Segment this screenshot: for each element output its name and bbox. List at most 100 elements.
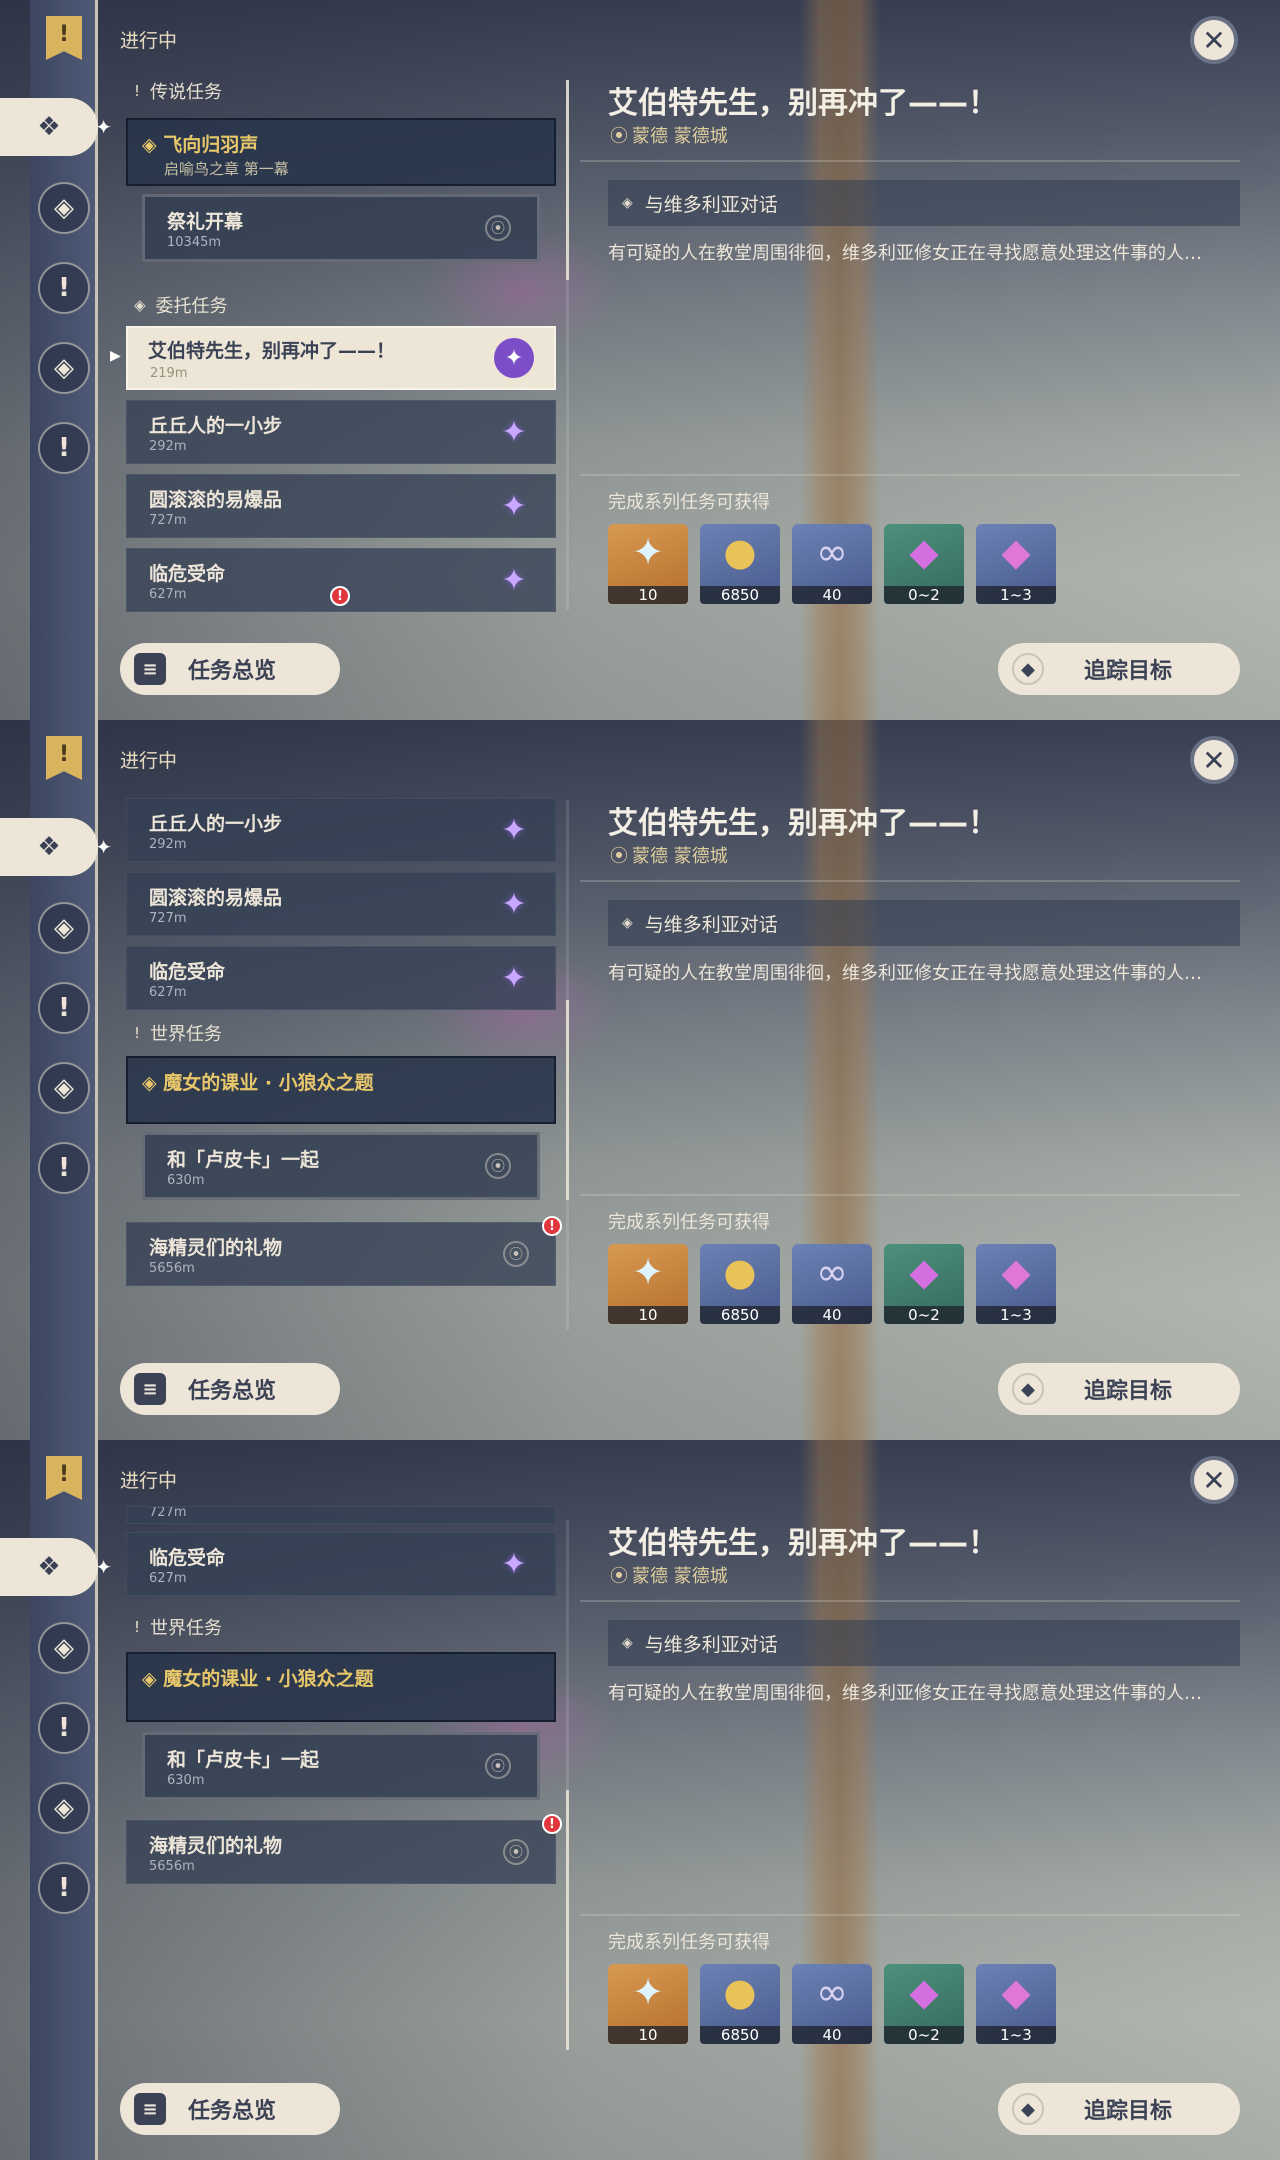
nav-legend-button[interactable]: ◈ bbox=[38, 1622, 90, 1674]
quest-world-sub[interactable]: 和「卢皮卡」一起 630m ⦿ bbox=[142, 1732, 540, 1800]
diamond-cluster-icon: ❖ bbox=[37, 832, 61, 862]
nav-commission-button[interactable]: ◈ bbox=[38, 1782, 90, 1834]
reward-primogem[interactable]: ✦ 10 bbox=[608, 524, 688, 604]
nav-other-button[interactable]: ! bbox=[38, 1142, 90, 1194]
quest-overview-button[interactable]: ≡ 任务总览 bbox=[120, 1363, 340, 1415]
nav-legend-button[interactable]: ◈ bbox=[38, 182, 90, 234]
nav-commission-button[interactable]: ◈ bbox=[38, 1062, 90, 1114]
quest-commission-2[interactable]: 丘丘人的一小步 292m ✦ bbox=[126, 400, 556, 464]
nav-other-button[interactable]: ! bbox=[38, 422, 90, 474]
exclamation-icon: ! bbox=[134, 1618, 141, 1636]
quest-world-sub[interactable]: 和「卢皮卡」一起 630m ⦿ bbox=[142, 1132, 540, 1200]
quest-distance: 630m bbox=[167, 1173, 205, 1188]
quest-world-main[interactable]: ◈ 魔女的课业 · 小狼众之题 bbox=[126, 1056, 556, 1124]
quest-name: 临危受命 bbox=[149, 563, 226, 585]
track-target-button[interactable]: ◆ 追踪目标 bbox=[998, 1363, 1240, 1415]
mora-icon: ● bbox=[723, 1250, 757, 1294]
rewards-row: ✦ 10 ● 6850 ∞ 40 ◆ 0~2 ◆ 1~3 bbox=[608, 524, 1056, 604]
reward-crystal-cluster[interactable]: ◆ 1~3 bbox=[976, 1244, 1056, 1324]
nav-legend-button[interactable]: ◈ bbox=[38, 902, 90, 954]
close-button[interactable]: ✕ bbox=[1190, 736, 1238, 784]
quest-name: 丘丘人的一小步 bbox=[149, 415, 283, 437]
map-pin-icon[interactable]: ⦿ bbox=[485, 1153, 511, 1179]
quest-legend-main[interactable]: ◈ 飞向归羽声 启喻鸟之章 第一幕 bbox=[126, 118, 556, 186]
map-pin-icon[interactable]: ⦿ bbox=[485, 1753, 511, 1779]
reward-crystal-cluster[interactable]: ◆ 1~3 bbox=[976, 1964, 1056, 2044]
reward-mora[interactable]: ● 6850 bbox=[700, 1244, 780, 1324]
reward-adventure-exp[interactable]: ∞ 40 bbox=[792, 524, 872, 604]
quest-commission-1[interactable]: 艾伯特先生，别再冲了——！ 219m ✦ bbox=[126, 326, 556, 390]
nav-all-quests-button[interactable]: ❖ ✦ bbox=[0, 818, 112, 876]
quest-name: ◈ 飞向归羽声 bbox=[142, 134, 259, 156]
quest-world-2[interactable]: 海精灵们的礼物 5656m ⦿ bbox=[126, 1222, 556, 1286]
category-world: ! 世界任务 bbox=[134, 1618, 223, 1639]
quest-commission-3[interactable]: 圆滚滚的易爆品 727m ✦ bbox=[126, 872, 556, 936]
nav-world-button[interactable]: ! bbox=[38, 1702, 90, 1754]
quest-commission-4[interactable]: 临危受命 627m ✦ bbox=[126, 946, 556, 1010]
quest-commission-3[interactable]: 圆滚滚的易爆品 727m ✦ bbox=[126, 474, 556, 538]
map-pin-icon[interactable]: ⦿ bbox=[485, 215, 511, 241]
detail-location: ⦿ 蒙德 蒙德城 bbox=[610, 1566, 728, 1587]
nav-other-button[interactable]: ! bbox=[38, 1862, 90, 1914]
crystal-cluster-icon: ◆ bbox=[1001, 1250, 1031, 1294]
close-icon: ✕ bbox=[1202, 1463, 1226, 1497]
commission-star-icon: ✦ bbox=[501, 488, 527, 524]
reward-crystal-chunk[interactable]: ◆ 0~2 bbox=[884, 1964, 964, 2044]
quest-name: 圆滚滚的易爆品 bbox=[149, 489, 283, 511]
reward-adventure-exp[interactable]: ∞ 40 bbox=[792, 1964, 872, 2044]
quest-world-2[interactable]: 海精灵们的礼物 5656m ⦿ bbox=[126, 1820, 556, 1884]
quest-name: 临危受命 bbox=[149, 1547, 226, 1569]
crystal-cluster-icon: ◆ bbox=[1001, 530, 1031, 574]
nav-all-quests-button[interactable]: ❖ ✦ bbox=[0, 98, 112, 156]
reward-mora[interactable]: ● 6850 bbox=[700, 524, 780, 604]
quest-name: 艾伯特先生，别再冲了——！ bbox=[148, 340, 396, 362]
scrollbar-thumb[interactable] bbox=[566, 1000, 569, 1200]
reward-crystal-chunk[interactable]: ◆ 0~2 bbox=[884, 524, 964, 604]
reward-adventure-exp[interactable]: ∞ 40 bbox=[792, 1244, 872, 1324]
nav-world-button[interactable]: ! bbox=[38, 262, 90, 314]
quest-overview-button[interactable]: ≡ 任务总览 bbox=[120, 2083, 340, 2135]
close-button[interactable]: ✕ bbox=[1190, 1456, 1238, 1504]
quest-distance: 10345m bbox=[167, 235, 222, 250]
mora-icon: ● bbox=[723, 530, 757, 574]
world-quest-icon: ! bbox=[58, 993, 70, 1023]
quest-legend-sub[interactable]: 祭礼开幕 10345m ⦿ bbox=[142, 194, 540, 262]
objective-row: ◈ 与维多利亚对话 bbox=[608, 180, 1240, 226]
sparkle-icon: ✦ bbox=[95, 115, 112, 139]
commission-star-icon: ✦ bbox=[501, 886, 527, 922]
quest-commission-4[interactable]: 临危受命 627m ✦ bbox=[126, 1532, 556, 1596]
reward-mora[interactable]: ● 6850 bbox=[700, 1964, 780, 2044]
legend-quest-icon: ◈ bbox=[54, 913, 74, 943]
section-title: 进行中 bbox=[120, 750, 178, 772]
legend-quest-icon: ◈ bbox=[54, 193, 74, 223]
detail-location: ⦿ 蒙德 蒙德城 bbox=[610, 126, 728, 147]
detail-title: 艾伯特先生，别再冲了——！ bbox=[608, 86, 998, 121]
reward-primogem[interactable]: ✦ 10 bbox=[608, 1244, 688, 1324]
detail-location: ⦿ 蒙德 蒙德城 bbox=[610, 846, 728, 867]
scrollbar-thumb[interactable] bbox=[566, 80, 569, 280]
objective-row: ◈ 与维多利亚对话 bbox=[608, 900, 1240, 946]
close-icon: ✕ bbox=[1202, 743, 1226, 777]
reward-crystal-cluster[interactable]: ◆ 1~3 bbox=[976, 524, 1056, 604]
reward-primogem[interactable]: ✦ 10 bbox=[608, 1964, 688, 2044]
track-target-button[interactable]: ◆ 追踪目标 bbox=[998, 2083, 1240, 2135]
close-button[interactable]: ✕ bbox=[1190, 16, 1238, 64]
quest-commission-3-partial[interactable]: 727m bbox=[126, 1506, 556, 1524]
quest-distance: 627m bbox=[149, 1571, 187, 1586]
reward-crystal-chunk[interactable]: ◆ 0~2 bbox=[884, 1244, 964, 1324]
quest-world-main[interactable]: ◈ 魔女的课业 · 小狼众之题 bbox=[126, 1652, 556, 1722]
scrollbar-thumb[interactable] bbox=[566, 1790, 569, 2050]
nav-commission-button[interactable]: ◈ bbox=[38, 342, 90, 394]
quest-name: 和「卢皮卡」一起 bbox=[167, 1149, 320, 1171]
nav-world-button[interactable]: ! bbox=[38, 982, 90, 1034]
close-icon: ✕ bbox=[1202, 23, 1226, 57]
map-pin-icon[interactable]: ⦿ bbox=[503, 1241, 529, 1267]
quest-commission-2[interactable]: 丘丘人的一小步 292m ✦ bbox=[126, 798, 556, 862]
divider bbox=[580, 474, 1240, 476]
nav-all-quests-button[interactable]: ❖ ✦ bbox=[0, 1538, 112, 1596]
detail-description: 有可疑的人在教堂周围徘徊，维多利亚修女正在寻找愿意处理这件事的人… bbox=[608, 243, 1202, 264]
map-pin-icon[interactable]: ⦿ bbox=[503, 1839, 529, 1865]
quest-overview-button[interactable]: ≡ 任务总览 bbox=[120, 643, 340, 695]
diamond-icon: ◈ bbox=[142, 1072, 164, 1094]
track-target-button[interactable]: ◆ 追踪目标 bbox=[998, 643, 1240, 695]
